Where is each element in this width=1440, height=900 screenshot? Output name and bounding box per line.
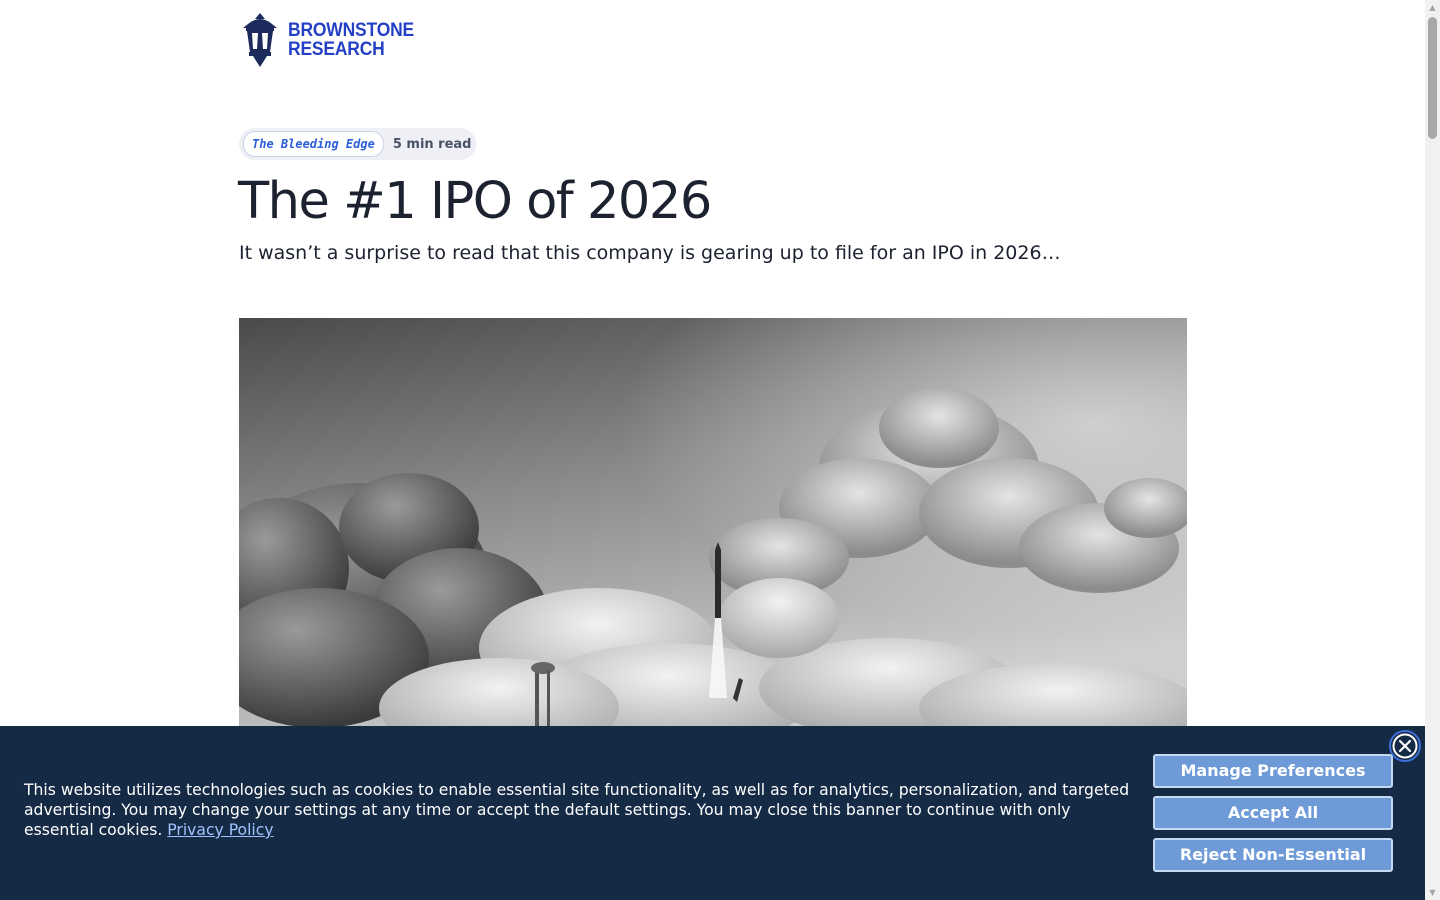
brand-name-line1: BROWNSTONE <box>288 20 415 41</box>
hero-image <box>239 318 1187 738</box>
read-time: 5 min read <box>392 136 472 152</box>
scroll-up-icon[interactable]: ▲ <box>1425 0 1440 15</box>
close-banner-button[interactable] <box>1389 730 1421 762</box>
article-title: The #1 IPO of 2026 <box>238 172 712 231</box>
privacy-policy-link[interactable]: Privacy Policy <box>167 821 273 839</box>
article-meta: The Bleeding Edge 5 min read <box>239 128 476 160</box>
cookie-message: This website utilizes technologies such … <box>24 780 1142 840</box>
close-icon <box>1392 733 1418 759</box>
accept-all-button[interactable]: Accept All <box>1153 796 1393 830</box>
cookie-banner: This website utilizes technologies such … <box>0 726 1425 900</box>
article-subtitle: It wasn’t a surprise to read that this c… <box>239 242 1061 264</box>
brand-wordmark: BROWNSTONE RESEARCH <box>288 21 414 59</box>
category-tag[interactable]: The Bleeding Edge <box>243 131 384 157</box>
brand-name-line2: RESEARCH <box>288 39 385 60</box>
manage-preferences-button[interactable]: Manage Preferences <box>1153 754 1393 788</box>
reject-non-essential-button[interactable]: Reject Non-Essential <box>1153 838 1393 872</box>
scrollbar[interactable]: ▲ ▼ <box>1425 0 1440 900</box>
lantern-icon <box>243 13 277 67</box>
scroll-down-icon[interactable]: ▼ <box>1425 885 1440 900</box>
scrollbar-thumb[interactable] <box>1428 17 1437 139</box>
brand-logo[interactable]: BROWNSTONE RESEARCH <box>239 12 425 68</box>
